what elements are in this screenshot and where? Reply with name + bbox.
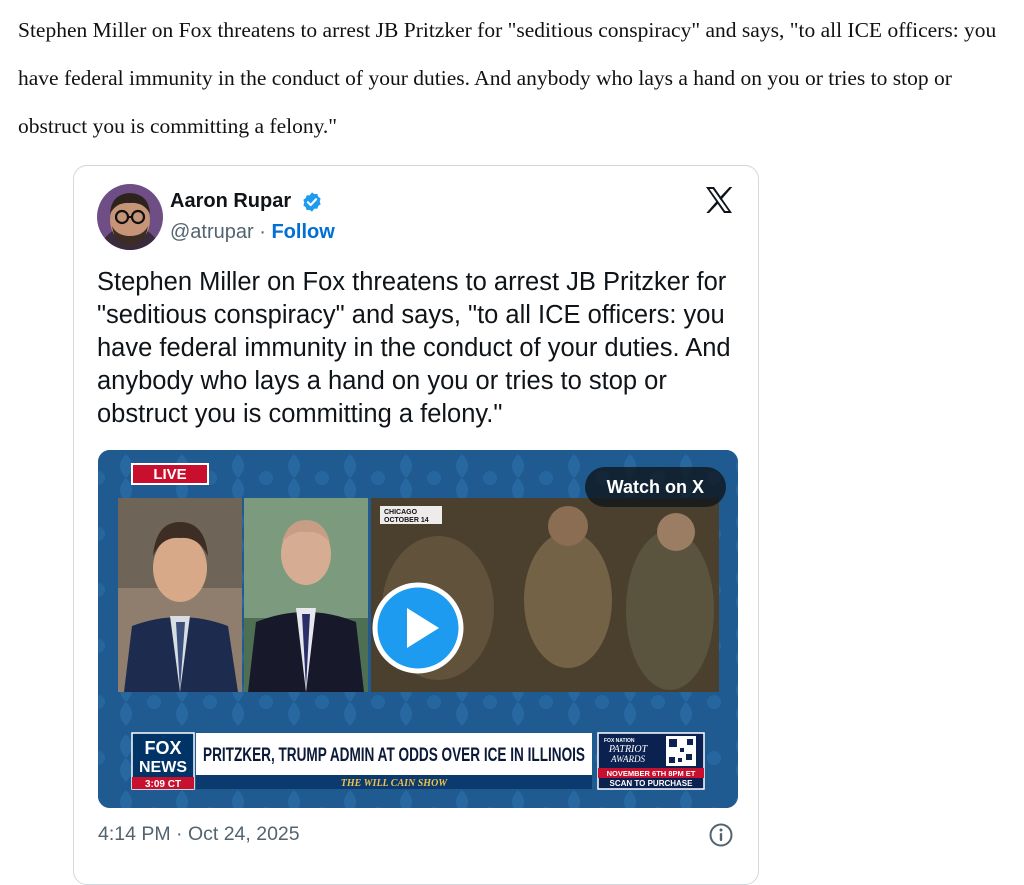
watch-on-x-button[interactable]: Watch on X — [584, 467, 726, 507]
verified-badge-icon — [303, 192, 321, 212]
live-badge: LIVE — [153, 466, 186, 483]
embedded-tweet-card[interactable]: Aaron Rupar @atrupar · Follow Stephen Mi… — [73, 165, 759, 885]
network-logo-line1: FOX — [144, 738, 181, 758]
network-logo-line2: NEWS — [139, 759, 187, 776]
clock-label: 3:09 CT — [145, 779, 181, 790]
handle-separator: · — [259, 221, 266, 243]
author-avatar[interactable] — [97, 184, 163, 250]
article-paragraph: Stephen Miller on Fox threatens to arres… — [18, 18, 997, 138]
info-icon[interactable] — [708, 822, 734, 848]
tweet-text: Stephen Miller on Fox threatens to arres… — [97, 268, 731, 428]
author-name[interactable]: Aaron Rupar — [170, 190, 291, 213]
author-handle-row: @atrupar · Follow — [170, 221, 335, 244]
location-label: CHICAGO — [384, 509, 418, 516]
follow-button[interactable]: Follow — [271, 221, 334, 243]
author-handle[interactable]: @atrupar — [170, 221, 254, 243]
x-logo-icon[interactable] — [704, 185, 734, 215]
chyron-headline: PRITZKER, TRUMP ADMIN AT ODDS OVER ICE I… — [203, 745, 585, 766]
show-name: THE WILL CAIN SHOW — [341, 778, 449, 789]
play-icon[interactable] — [372, 582, 464, 674]
tweet-video[interactable]: CHICAGO OCTOBER 14 LIVE FOX NEWS 3:09 CT… — [98, 450, 738, 808]
promo-cta: SCAN TO PURCHASE — [610, 779, 694, 788]
promo-title2: AWARDS — [610, 754, 646, 764]
date-label: OCTOBER 14 — [384, 517, 429, 524]
promo-date: NOVEMBER 6TH 8PM ET — [607, 769, 696, 778]
tweet-timestamp[interactable]: 4:14 PM · Oct 24, 2025 — [98, 823, 300, 846]
